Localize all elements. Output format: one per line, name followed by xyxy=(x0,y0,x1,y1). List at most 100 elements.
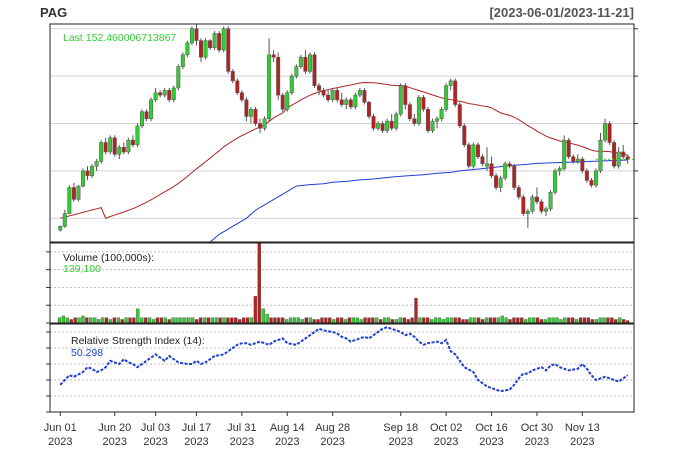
volume-bar xyxy=(93,317,97,324)
volume-bar xyxy=(155,317,160,324)
candle-body xyxy=(489,163,494,176)
volume-bar xyxy=(614,319,618,324)
volume-bar xyxy=(426,317,430,324)
candle-body xyxy=(426,109,430,131)
candle-body xyxy=(412,118,417,124)
volume-bar xyxy=(304,317,308,324)
volume-bar xyxy=(527,317,532,324)
volume-bar xyxy=(226,317,230,324)
candle-body xyxy=(248,109,253,117)
volume-bar xyxy=(531,317,536,324)
candle-body xyxy=(189,28,194,44)
volume-bar xyxy=(500,315,504,324)
volume-bar xyxy=(57,317,62,324)
volume-bar xyxy=(578,317,583,324)
candle-body xyxy=(312,54,317,86)
volume-bar xyxy=(241,317,246,324)
volume-bar xyxy=(316,319,320,324)
volume-bar xyxy=(492,317,497,324)
volume-bar xyxy=(480,319,485,324)
x-tick-label: Nov 13 2023 xyxy=(565,422,600,448)
candle-body xyxy=(516,187,521,198)
volume-bar xyxy=(214,317,218,324)
volume-bar xyxy=(73,317,77,324)
volume-bar xyxy=(273,317,277,324)
volume-bar xyxy=(559,319,563,324)
volume-bar xyxy=(363,317,367,324)
candle-body xyxy=(221,28,226,51)
stock-chart: PAG [2023-06-01/2023-11-21] Jun 01 2023Ju… xyxy=(40,5,638,448)
volume-bar xyxy=(77,317,81,324)
candle-body xyxy=(158,92,163,96)
candle-body xyxy=(453,80,458,105)
volume-bar xyxy=(238,319,242,324)
candle-body xyxy=(480,156,485,165)
volume-bar xyxy=(143,317,148,324)
candle-body xyxy=(525,210,530,214)
candle-body xyxy=(226,28,231,72)
candle-body xyxy=(217,33,222,51)
x-tick-label: Jul 17 2023 xyxy=(182,422,211,448)
volume-bar xyxy=(590,319,594,324)
volume-bar xyxy=(296,317,301,324)
candle-body xyxy=(539,201,544,212)
x-tick-label: Jun 01 2023 xyxy=(44,422,77,448)
candle-body xyxy=(276,56,281,96)
candle-body xyxy=(71,187,76,200)
volume-bar xyxy=(602,317,606,324)
volume-bar xyxy=(469,317,473,324)
candle-body xyxy=(580,158,585,172)
x-tick-label: Jun 20 2023 xyxy=(98,422,131,448)
candle-body xyxy=(258,123,262,129)
volume-bar xyxy=(441,319,446,324)
candle-body xyxy=(471,144,476,167)
candle-body xyxy=(80,170,85,187)
volume-bar xyxy=(281,317,285,324)
x-tick-label: Oct 02 2023 xyxy=(430,422,462,448)
candle-body xyxy=(607,123,612,143)
volume-bar xyxy=(606,317,610,324)
candle-body xyxy=(235,80,240,93)
volume-bar xyxy=(355,317,359,324)
volume-bar xyxy=(516,317,520,324)
volume-bar xyxy=(320,317,324,324)
candle-body xyxy=(589,180,594,186)
volume-bar xyxy=(167,319,171,324)
volume-bar xyxy=(524,319,528,324)
volume-bar xyxy=(108,319,113,324)
candle-body xyxy=(562,139,567,169)
volume-bar xyxy=(484,317,489,324)
candle-body xyxy=(566,139,571,157)
volume-bar xyxy=(187,317,191,324)
volume-bar xyxy=(582,317,587,324)
volume-bar xyxy=(410,317,414,324)
volume-bar xyxy=(437,317,442,324)
candle-body xyxy=(371,116,376,129)
volume-bar xyxy=(422,317,426,324)
volume-bar xyxy=(69,319,73,324)
volume-bar xyxy=(65,317,69,324)
volume-bar xyxy=(277,317,281,324)
volume-bar xyxy=(116,317,120,324)
volume-bar xyxy=(504,317,508,324)
x-tick-label: Oct 30 2023 xyxy=(521,422,553,448)
candle-body xyxy=(339,99,344,105)
volume-bar xyxy=(230,317,234,324)
candle-body xyxy=(199,40,203,58)
candle-body xyxy=(99,142,104,162)
volume-bar xyxy=(202,317,207,324)
volume-bar xyxy=(571,317,575,324)
volume-bar xyxy=(198,317,203,324)
candle-body xyxy=(575,158,580,162)
candle-body xyxy=(444,85,449,110)
volume-bar xyxy=(390,319,395,324)
volume-bar xyxy=(343,319,348,324)
volume-bar xyxy=(621,319,626,324)
candle-body xyxy=(503,163,508,179)
volume-bar xyxy=(512,317,516,324)
volume-bar xyxy=(175,317,179,324)
volume-bar xyxy=(406,319,410,324)
candle-body xyxy=(430,120,435,131)
volume-bar xyxy=(324,317,328,324)
candle-body xyxy=(416,97,421,124)
